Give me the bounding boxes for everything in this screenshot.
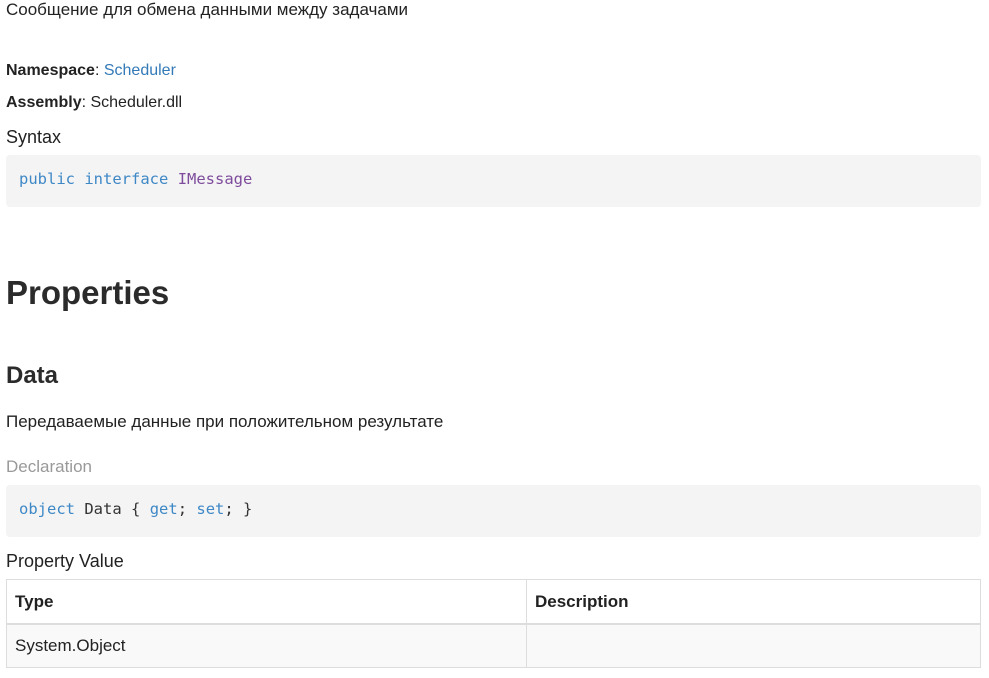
code-keyword-interface: interface: [84, 170, 169, 188]
cell-description: [526, 623, 981, 668]
code-property-name: Data: [84, 500, 122, 518]
code-keyword-get: get: [149, 500, 178, 518]
table-row: System.Object: [6, 623, 981, 668]
code-type-name: IMessage: [177, 170, 253, 188]
code-keyword-object: object: [19, 500, 75, 518]
namespace-line: Namespace: Scheduler: [6, 62, 176, 79]
cell-type: System.Object: [6, 623, 527, 668]
namespace-link[interactable]: Scheduler: [104, 62, 176, 79]
assembly-label: Assembly: [6, 94, 82, 111]
declaration-code-block: object Data { get; set; }: [6, 485, 981, 537]
column-header-type: Type: [6, 579, 527, 625]
assembly-value: Scheduler.dll: [90, 94, 183, 111]
syntax-code-block: public interface IMessage: [6, 155, 981, 207]
property-value-table: Type Description System.Object: [6, 579, 981, 668]
property-summary: Передаваемые данные при положительном ре…: [6, 412, 444, 431]
code-open-brace: {: [131, 500, 141, 518]
properties-heading: Properties: [6, 274, 170, 311]
column-header-description: Description: [526, 579, 981, 625]
namespace-label: Namespace: [6, 62, 95, 79]
property-name-heading: Data: [6, 362, 59, 389]
code-keyword-public: public: [19, 170, 75, 188]
assembly-line: Assembly: Scheduler.dll: [6, 94, 183, 111]
code-close-brace: }: [243, 500, 253, 518]
code-keyword-set: set: [196, 500, 225, 518]
declaration-heading: Declaration: [6, 457, 92, 476]
syntax-heading: Syntax: [6, 127, 62, 147]
type-summary: Сообщение для обмена данными между задач…: [6, 0, 409, 19]
property-value-heading: Property Value: [6, 551, 124, 571]
table-header-row: Type Description: [6, 579, 981, 625]
